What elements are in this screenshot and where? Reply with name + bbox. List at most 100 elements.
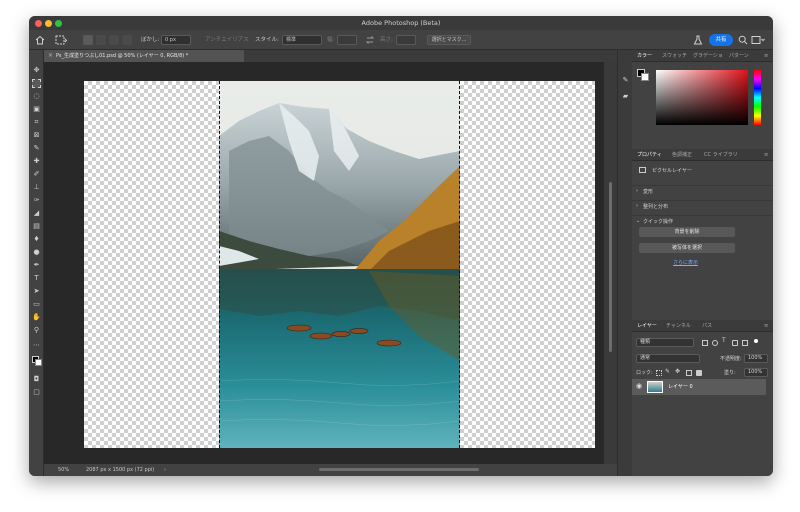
- remove-background-button[interactable]: 背景を削除: [639, 227, 735, 237]
- eyedropper-tool-icon[interactable]: ✎: [32, 144, 41, 153]
- quick-mask-icon[interactable]: ◘: [32, 375, 41, 384]
- color-field[interactable]: [656, 70, 748, 125]
- minimize-window-button[interactable]: [45, 20, 52, 27]
- width-input[interactable]: [337, 35, 357, 45]
- filter-adjustment-icon[interactable]: [712, 340, 718, 346]
- layer-filter-select[interactable]: 種類: [636, 338, 694, 347]
- layers-menu-icon[interactable]: ≡: [764, 320, 768, 332]
- eye-visibility-icon[interactable]: ◉: [636, 382, 642, 390]
- lock-image-icon[interactable]: ✎: [665, 368, 670, 375]
- swap-dimensions-icon[interactable]: [365, 35, 375, 45]
- subtract-from-selection-icon[interactable]: [109, 35, 119, 45]
- close-tab-icon[interactable]: ×: [48, 50, 53, 62]
- object-selection-tool-icon[interactable]: ▣: [32, 105, 41, 114]
- lock-position-icon[interactable]: ✥: [675, 368, 680, 375]
- screen-mode-icon[interactable]: ▢: [32, 388, 41, 397]
- tab-paths[interactable]: パス: [702, 320, 712, 332]
- layer-row[interactable]: ◉ レイヤー 0: [632, 379, 766, 395]
- lasso-tool-icon[interactable]: ◌: [32, 92, 41, 101]
- properties-menu-icon[interactable]: ≡: [764, 149, 768, 161]
- pen-tool-icon[interactable]: ✒: [32, 261, 41, 270]
- tab-swatches[interactable]: スウォッチ: [662, 50, 687, 62]
- vertical-scrollbar[interactable]: [604, 62, 617, 464]
- fill-input[interactable]: 100%: [744, 368, 768, 377]
- blur-tool-icon[interactable]: ♦: [32, 235, 41, 244]
- clone-stamp-tool-icon[interactable]: ⊥: [32, 183, 41, 192]
- panel-menu-icon[interactable]: ≡: [764, 50, 768, 62]
- brush-tool-icon[interactable]: ✐: [32, 170, 41, 179]
- status-menu-chevron-icon[interactable]: ›: [164, 464, 166, 476]
- intersect-selection-icon[interactable]: [122, 35, 132, 45]
- show-more-link[interactable]: さらに表示: [673, 259, 698, 266]
- layer-name[interactable]: レイヤー 0: [668, 383, 693, 390]
- zoom-tool-icon[interactable]: ⚲: [32, 326, 41, 335]
- zoom-window-button[interactable]: [55, 20, 62, 27]
- tab-cc-libraries[interactable]: CC ライブラリ: [704, 149, 738, 161]
- tab-layers[interactable]: レイヤー: [637, 320, 657, 332]
- quick-actions-section[interactable]: ⌄ クイック操作: [632, 215, 773, 225]
- options-bar: ぼかし: 0 px アンチエイリアス スタイル: 標準 幅: 高さ: 選択とマス…: [29, 30, 773, 50]
- beta-flask-icon[interactable]: [693, 35, 703, 45]
- style-select[interactable]: 標準: [282, 35, 322, 45]
- style-label: スタイル:: [255, 37, 279, 43]
- dodge-tool-icon[interactable]: ●: [32, 248, 41, 257]
- tab-adjustments[interactable]: 色調補正: [672, 149, 692, 161]
- vertical-scroll-thumb[interactable]: [609, 182, 612, 352]
- gradient-tool-icon[interactable]: ▤: [32, 222, 41, 231]
- move-tool-icon[interactable]: ✥: [32, 66, 41, 75]
- add-to-selection-icon[interactable]: [96, 35, 106, 45]
- home-icon[interactable]: [35, 35, 45, 45]
- hand-tool-icon[interactable]: ✋: [32, 313, 41, 322]
- more-tools-icon[interactable]: ⋯: [32, 341, 41, 350]
- align-section[interactable]: › 整列と分布: [632, 200, 773, 210]
- tab-gradients[interactable]: グラデーショ: [693, 50, 723, 62]
- feather-input[interactable]: 0 px: [161, 35, 191, 45]
- document-canvas[interactable]: [84, 81, 595, 448]
- blend-mode-select[interactable]: 通常: [636, 354, 700, 363]
- type-tool-icon[interactable]: T: [32, 274, 41, 283]
- antialias-checkbox[interactable]: アンチエイリアス: [205, 35, 249, 43]
- path-selection-tool-icon[interactable]: ➤: [32, 287, 41, 296]
- lock-transparent-icon[interactable]: [656, 370, 662, 376]
- frame-tool-icon[interactable]: ⊠: [32, 131, 41, 140]
- new-selection-icon[interactable]: [83, 35, 93, 45]
- lock-all-icon[interactable]: [696, 370, 702, 376]
- transform-section[interactable]: › 変形: [632, 185, 773, 195]
- tab-color[interactable]: カラー: [637, 50, 652, 62]
- adjustments-panel-icon[interactable]: ✎: [621, 76, 630, 85]
- share-button[interactable]: 共有: [709, 34, 733, 46]
- comments-panel-icon[interactable]: ▰: [621, 92, 630, 101]
- background-color-swatch[interactable]: [35, 359, 42, 366]
- filter-smart-object-icon[interactable]: [742, 340, 748, 346]
- eraser-tool-icon[interactable]: ◢: [32, 209, 41, 218]
- filter-pixel-icon[interactable]: [702, 340, 708, 346]
- crop-tool-icon[interactable]: ⌗: [32, 118, 41, 127]
- pixel-layer-icon: [639, 167, 646, 173]
- rectangle-tool-icon[interactable]: ▭: [32, 300, 41, 309]
- history-brush-tool-icon[interactable]: ✑: [32, 196, 41, 205]
- filter-shape-icon[interactable]: [732, 340, 738, 346]
- tab-properties[interactable]: プロパティ: [637, 149, 662, 161]
- select-subject-button[interactable]: 被写体を選択: [639, 243, 735, 253]
- marquee-tool-preset-icon[interactable]: [55, 35, 67, 45]
- opacity-input[interactable]: 100%: [744, 354, 768, 363]
- close-window-button[interactable]: [35, 20, 42, 27]
- lock-artboard-icon[interactable]: [686, 370, 692, 376]
- tab-channels[interactable]: チャンネル: [666, 320, 691, 332]
- canvas-area[interactable]: [44, 62, 632, 464]
- zoom-level[interactable]: 50%: [58, 464, 69, 476]
- background-color-picker[interactable]: [641, 73, 649, 81]
- filter-type-icon[interactable]: T: [722, 337, 726, 344]
- horizontal-scroll-thumb[interactable]: [319, 468, 479, 471]
- select-and-mask-button[interactable]: 選択とマスク...: [427, 35, 471, 45]
- height-input[interactable]: [396, 35, 416, 45]
- rectangular-marquee-tool-icon[interactable]: [32, 79, 41, 88]
- document-info[interactable]: 2087 px x 1500 px (72 ppi): [86, 464, 154, 476]
- document-tab[interactable]: × Ps_生成塗りつぶし01.psd @ 50% (レイヤー 0, RGB/8)…: [44, 50, 244, 62]
- hue-slider[interactable]: [754, 70, 761, 125]
- healing-brush-tool-icon[interactable]: ✚: [32, 157, 41, 166]
- workspace-icon[interactable]: [751, 35, 765, 45]
- tab-patterns[interactable]: パターン: [729, 50, 749, 62]
- search-icon[interactable]: [738, 35, 748, 45]
- filter-toggle-icon[interactable]: [754, 339, 758, 343]
